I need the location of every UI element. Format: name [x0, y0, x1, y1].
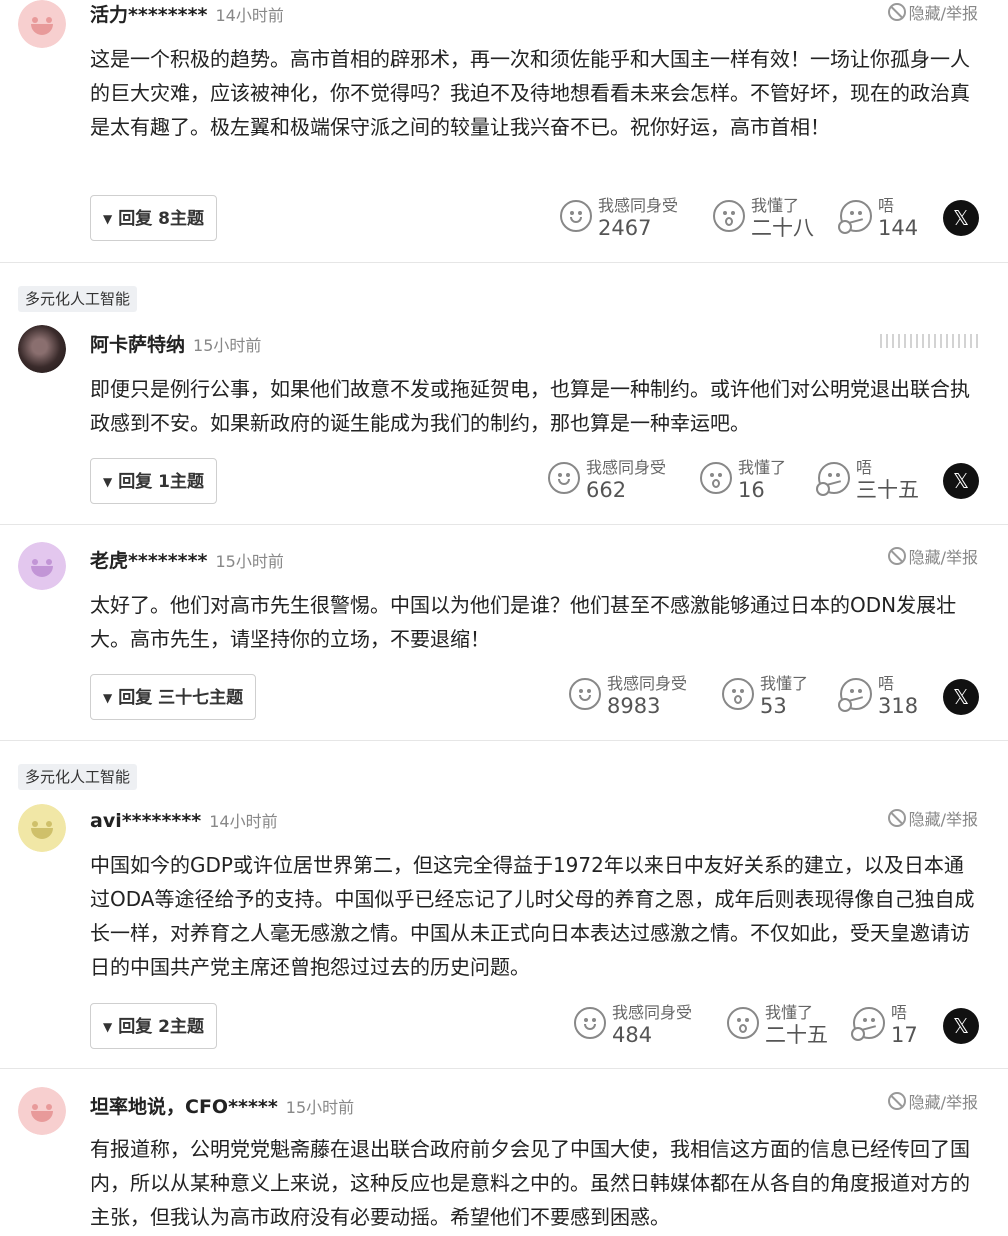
reaction-empathy[interactable]: 我感同身受 2467: [560, 196, 678, 240]
timestamp: 15小时前: [285, 1098, 355, 1117]
rating-dots: [880, 334, 978, 348]
reaction-empathy[interactable]: 我感同身受 662: [548, 458, 666, 502]
reaction-count: 662: [586, 478, 627, 502]
ban-icon: [887, 1092, 906, 1110]
surprised-face-icon: [727, 1007, 759, 1039]
reaction-count: 17: [891, 1023, 918, 1047]
triangle-down-icon: ▼: [103, 212, 113, 226]
reaction-understood[interactable]: 我懂了 53: [722, 674, 808, 718]
reaction-hmm[interactable]: 唔三十五: [816, 458, 919, 502]
reaction-hmm[interactable]: 唔 318: [838, 674, 919, 718]
username[interactable]: avi******** 14小时前: [90, 808, 278, 832]
comment-text: 即便只是例行公事，如果他们故意不发或拖延贺电，也算是一种制约。或许他们对公明党退…: [90, 377, 970, 435]
ban-icon: [887, 547, 906, 565]
reaction-understood[interactable]: 我懂了 二十五: [727, 1003, 828, 1047]
report-button[interactable]: 隐藏/举报: [887, 544, 978, 568]
section-tag: 多元化人工智能: [18, 286, 138, 312]
username[interactable]: 阿卡萨特纳 15小时前: [90, 330, 261, 357]
reply-toggle-button[interactable]: ▼ 回复 1主题: [90, 458, 217, 504]
comment-text: 这是一个积极的趋势。高市首相的辟邪术，再一次和须佐能乎和大国主一样有效！一场让你…: [90, 47, 970, 139]
avatar[interactable]: [18, 325, 66, 373]
divider: [0, 740, 1008, 741]
thinking-face-icon: [838, 200, 872, 234]
timestamp: 15小时前: [193, 336, 262, 355]
comment-text: 中国如今的GDP或许位居世界第二，但这完全得益于1972年以来日中友好关系的建立…: [90, 853, 975, 979]
triangle-down-icon: ▼: [103, 475, 113, 489]
triangle-down-icon: ▼: [103, 691, 113, 705]
reaction-empathy[interactable]: 我感同身受 484: [574, 1003, 692, 1047]
reaction-count: 484: [612, 1023, 653, 1047]
divider: [0, 1068, 1008, 1069]
smile-icon: [574, 1007, 606, 1039]
surprised-face-icon: [700, 462, 732, 494]
triangle-down-icon: ▼: [103, 1020, 113, 1034]
avatar[interactable]: [18, 0, 66, 48]
x-logo-icon[interactable]: 𝕏: [943, 679, 979, 715]
reply-toggle-button[interactable]: ▼ 回复 三十七主题: [90, 674, 257, 720]
reaction-count: 三十五: [856, 478, 919, 502]
username[interactable]: 坦率地说，CFO***** 15小时前: [90, 1092, 354, 1119]
reply-toggle-button[interactable]: ▼ 回复 2主题: [90, 1003, 217, 1049]
x-logo-icon[interactable]: 𝕏: [943, 1008, 979, 1044]
reaction-count: 53: [760, 694, 787, 718]
reaction-empathy[interactable]: 我感同身受 8983: [569, 674, 687, 718]
divider: [0, 524, 1008, 525]
thinking-face-icon: [816, 462, 850, 496]
timestamp: 14小时前: [215, 6, 284, 25]
thinking-face-icon: [851, 1007, 885, 1041]
x-logo-icon[interactable]: 𝕏: [943, 200, 979, 236]
username[interactable]: 活力******** 14小时前: [90, 0, 284, 27]
ban-icon: [887, 3, 906, 21]
reaction-hmm[interactable]: 唔 144: [838, 196, 919, 240]
reaction-count: 2467: [598, 216, 652, 240]
section-tag: 多元化人工智能: [18, 764, 138, 790]
surprised-face-icon: [713, 200, 745, 232]
smile-icon: [548, 462, 580, 494]
report-button[interactable]: 隐藏/举报: [887, 806, 978, 830]
surprised-face-icon: [722, 678, 754, 710]
divider: [0, 262, 1008, 263]
reaction-count: 318: [878, 694, 919, 718]
ban-icon: [887, 809, 906, 827]
smile-icon: [560, 200, 592, 232]
reaction-hmm[interactable]: 唔 17: [851, 1003, 918, 1047]
comment-text: 太好了。他们对高市先生很警惕。中国以为他们是谁？他们甚至不感激能够通过日本的OD…: [90, 593, 957, 651]
avatar[interactable]: [18, 542, 66, 590]
timestamp: 14小时前: [209, 812, 278, 831]
reaction-understood[interactable]: 我懂了 二十八: [713, 196, 814, 240]
username[interactable]: 老虎******** 15小时前: [90, 546, 284, 573]
reaction-count: 8983: [607, 694, 661, 718]
x-logo-icon[interactable]: 𝕏: [943, 463, 979, 499]
smile-icon: [569, 678, 601, 710]
reaction-understood[interactable]: 我懂了 16: [700, 458, 786, 502]
avatar[interactable]: [18, 804, 66, 852]
reply-toggle-button[interactable]: ▼ 回复 8主题: [90, 195, 217, 241]
report-button[interactable]: 隐藏/举报: [887, 1089, 978, 1113]
report-button[interactable]: 隐藏/举报: [887, 0, 978, 24]
reaction-count: 二十八: [751, 216, 814, 240]
reaction-count: 二十五: [765, 1023, 828, 1047]
reaction-count: 144: [878, 216, 919, 240]
reaction-count: 16: [738, 478, 765, 502]
avatar[interactable]: [18, 1087, 66, 1135]
comment-text: 有报道称，公明党党魁斋藤在退出联合政府前夕会见了中国大使，我相信这方面的信息已经…: [90, 1137, 970, 1229]
thinking-face-icon: [838, 678, 872, 712]
timestamp: 15小时前: [215, 552, 284, 571]
